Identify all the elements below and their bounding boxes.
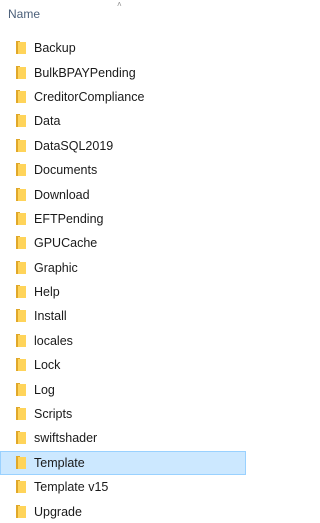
folder-name: Download [34,187,90,202]
folder-icon [15,504,27,519]
folder-icon [15,333,27,348]
list-item[interactable]: Help [0,280,246,304]
list-item[interactable]: CreditorCompliance [0,85,246,109]
folder-name: Scripts [34,407,73,422]
list-item[interactable]: Scripts [0,402,246,426]
folder-name: Upgrade [34,504,82,519]
list-item[interactable]: locales [0,329,246,353]
folder-icon [15,211,27,226]
folder-list: Backup BulkBPAYPending CreditorComplianc… [0,36,246,523]
list-item[interactable]: Template [0,450,246,476]
folder-icon [15,113,27,128]
list-item[interactable]: GPUCache [0,231,246,255]
folder-name: swiftshader [34,431,98,446]
folder-icon [15,65,27,80]
folder-icon [15,406,27,421]
file-explorer-view: ˄ Name Backup BulkBPAYPending CreditorCo… [0,0,246,523]
list-item[interactable]: Lock [0,353,246,377]
folder-name: Template v15 [34,480,109,495]
folder-name: Backup [34,41,76,56]
folder-name: Help [34,285,60,300]
list-item[interactable]: Log [0,377,246,401]
list-item[interactable]: EFTPending [0,207,246,231]
list-item[interactable]: Backup [0,36,246,60]
list-item[interactable]: Download [0,182,246,206]
name-column-header[interactable]: ˄ Name [0,0,246,30]
list-item[interactable]: swiftshader [0,426,246,450]
list-item[interactable]: Upgrade [0,499,246,523]
folder-icon [15,357,27,372]
folder-icon [15,430,27,445]
folder-icon [15,40,27,55]
folder-name: Graphic [34,260,78,275]
list-item[interactable]: DataSQL2019 [0,134,246,158]
list-item[interactable]: Template v15 [0,475,246,499]
list-item[interactable]: Install [0,304,246,328]
folder-name: BulkBPAYPending [34,65,136,80]
folder-name: Lock [34,358,61,373]
folder-name: DataSQL2019 [34,138,114,153]
folder-icon [15,284,27,299]
folder-icon [15,235,27,250]
folder-icon [15,479,27,494]
folder-name: Documents [34,163,98,178]
list-item[interactable]: Graphic [0,256,246,280]
folder-name: Template [34,455,85,470]
folder-name: Install [34,309,67,324]
folder-name: GPUCache [34,236,98,251]
folder-icon [15,308,27,323]
name-column-label: Name [8,7,41,21]
folder-icon [15,162,27,177]
folder-icon [15,187,27,202]
folder-icon [15,382,27,397]
folder-name: EFTPending [34,211,104,226]
list-item[interactable]: Data [0,109,246,133]
folder-icon [15,455,27,470]
folder-name: Data [34,114,61,129]
folder-name: locales [34,333,73,348]
list-item[interactable]: BulkBPAYPending [0,60,246,84]
sort-indicator-icon: ˄ [117,0,122,9]
folder-icon [15,260,27,275]
folder-name: Log [34,382,55,397]
folder-icon [15,89,27,104]
folder-name: CreditorCompliance [34,89,145,104]
list-item[interactable]: Documents [0,158,246,182]
folder-icon [15,138,27,153]
